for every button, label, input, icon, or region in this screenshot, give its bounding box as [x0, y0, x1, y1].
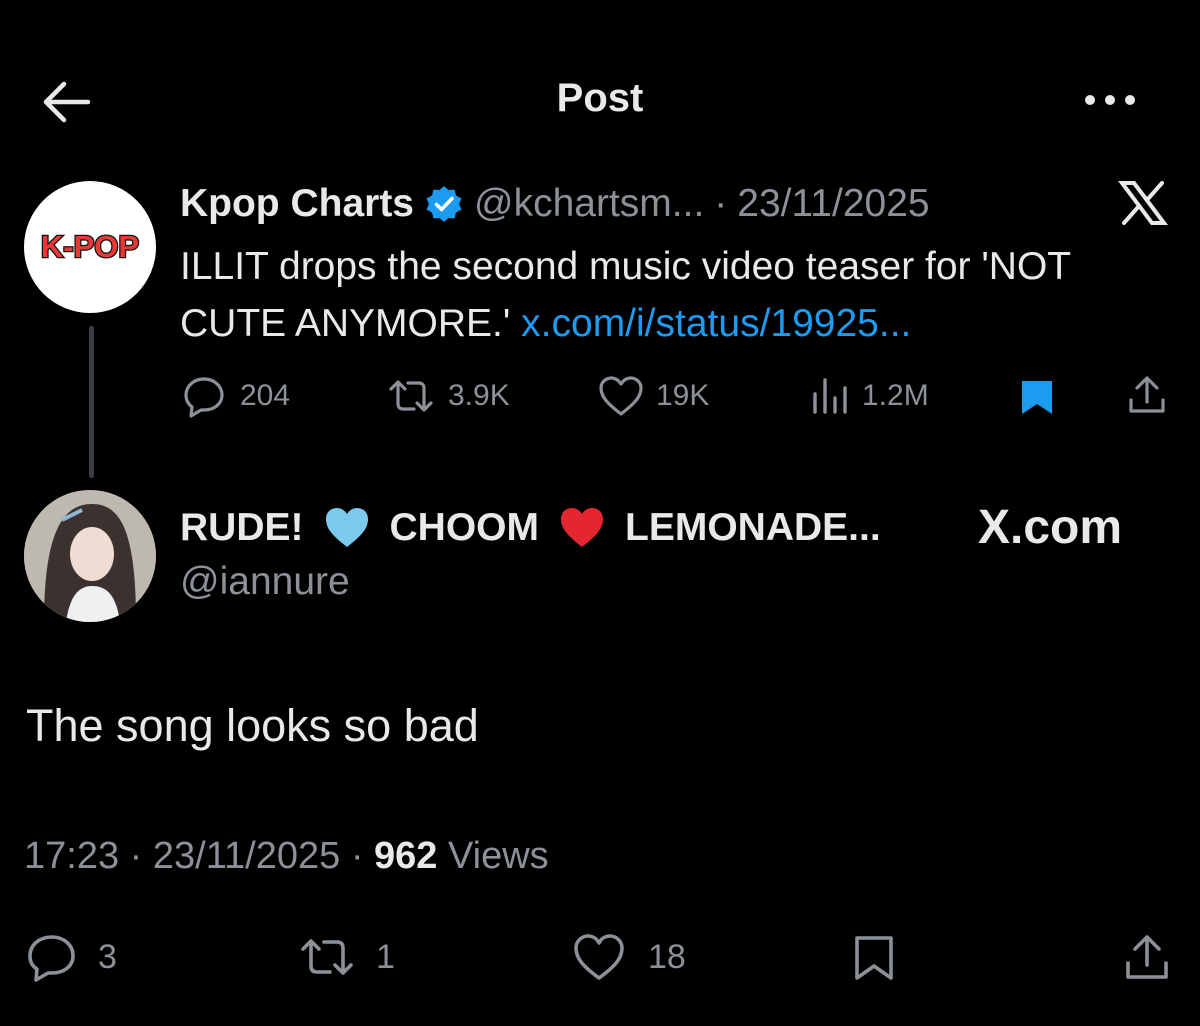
heart-icon — [574, 934, 624, 980]
parent-bookmark-button[interactable] — [1018, 378, 1056, 416]
red-heart-icon — [561, 508, 603, 547]
parent-views-button[interactable]: 1.2M — [810, 374, 929, 418]
kpop-logo: K-POP — [40, 228, 141, 266]
iannure-avatar[interactable] — [24, 490, 156, 622]
reply-text: The song looks so bad — [26, 700, 479, 751]
parent-like-count: 19K — [656, 379, 710, 412]
blue-heart-icon — [325, 508, 368, 547]
reply-name-part-2: CHOOM — [389, 506, 540, 549]
kpop-logo-text: K-POP — [41, 229, 139, 264]
parent-repost-count: 3.9K — [448, 379, 510, 412]
post-date: 23/11/2025 — [152, 835, 341, 877]
xcom-brand[interactable]: X.com — [978, 500, 1122, 555]
meta-separator: · — [350, 835, 364, 877]
bookmark-icon — [855, 936, 893, 980]
like-button[interactable]: 18 — [572, 932, 686, 982]
repost-icon — [301, 939, 353, 975]
x-logo-icon[interactable] — [1118, 180, 1172, 228]
bookmark-button[interactable] — [852, 934, 896, 982]
like-count: 18 — [648, 937, 686, 976]
page-title: Post — [556, 76, 644, 120]
parent-reply-button[interactable]: 204 — [182, 374, 290, 418]
repost-icon — [389, 380, 433, 412]
parent-post-date: 23/11/2025 — [737, 182, 930, 225]
meta-separator: · — [129, 835, 143, 877]
reply-author-name[interactable]: RUDE! CHOOM LEMONADE... — [180, 502, 881, 554]
reply-name-part-1: RUDE! — [180, 506, 304, 549]
bookmark-filled-icon — [1022, 381, 1052, 414]
parent-like-button[interactable]: 19K — [598, 374, 709, 418]
parent-repost-button[interactable]: 3.9K — [386, 374, 510, 418]
parent-post-text: ILLIT drops the second music video tease… — [180, 238, 1170, 352]
reply-button[interactable]: 3 — [26, 932, 117, 982]
views-label: Views — [448, 835, 549, 877]
verified-badge-icon — [426, 186, 462, 222]
post-time: 17:23 — [24, 835, 120, 877]
share-icon — [1129, 376, 1165, 413]
kpop-charts-avatar[interactable]: K-POP — [24, 181, 156, 313]
share-icon — [1126, 935, 1168, 979]
reply-author-handle[interactable]: @iannure — [180, 560, 350, 604]
analytics-icon — [813, 378, 847, 414]
ellipsis-icon — [1085, 95, 1135, 105]
thread-line — [89, 326, 94, 478]
parent-share-button[interactable] — [1126, 374, 1168, 416]
repost-count: 1 — [376, 937, 395, 976]
profile-photo — [24, 490, 156, 622]
reply-count: 3 — [98, 937, 117, 976]
parent-author-handle[interactable]: @kchartsm... — [474, 182, 704, 226]
share-button[interactable] — [1122, 932, 1172, 982]
view-count: 962 — [374, 835, 438, 877]
parent-reply-count: 204 — [240, 379, 291, 412]
parent-post-link[interactable]: x.com/i/status/19925... — [521, 302, 911, 345]
xcom-brand-text: X.com — [978, 501, 1123, 554]
parent-post-header: Kpop Charts @kchartsm... · 23/11/2025 — [180, 178, 930, 230]
reply-icon — [28, 935, 75, 982]
more-options-button[interactable] — [1082, 84, 1142, 116]
reply-icon — [184, 377, 224, 418]
post-meta: 17:23 · 23/11/2025 · 962 Views — [24, 835, 549, 878]
separator-dot: · — [714, 182, 728, 225]
heart-icon — [599, 376, 643, 416]
parent-author-name[interactable]: Kpop Charts — [180, 182, 414, 226]
reply-name-part-3: LEMONADE... — [625, 506, 881, 549]
repost-button[interactable]: 1 — [298, 932, 395, 982]
parent-views-count: 1.2M — [862, 379, 929, 412]
